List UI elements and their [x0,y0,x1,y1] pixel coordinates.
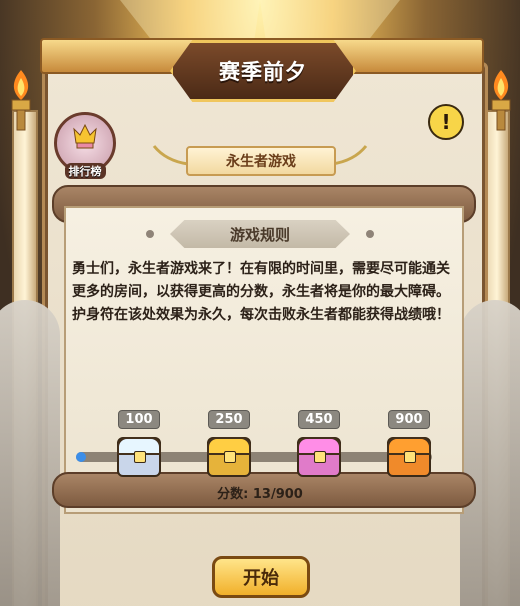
left-laurel-icon [152,145,189,166]
game-screen: 赛季前夕 排行榜 ! 永生者游戏 游戏规则 勇士们，永生者游戏来了！在有限的时间… [0,0,520,606]
reward-tier[interactable]: 100 [104,410,174,477]
rules-text: 勇士们，永生者游戏来了！在有限的时间里，需要尽可能通关更多的房间，以获得更高的分… [72,258,454,327]
silver-chest-icon [117,437,161,477]
score-text: 分数: 13/900 [217,487,303,502]
torch-icon [491,70,511,131]
ranking-label: 排行榜 [64,163,106,179]
tier-threshold: 100 [118,410,160,429]
start-button[interactable]: 开始 [212,556,310,598]
mode-ribbon: 永生者游戏 [186,146,336,176]
reward-tier[interactable]: 450 [284,410,354,477]
tier-threshold: 900 [388,410,430,429]
right-laurel-icon [331,145,368,166]
reward-tier[interactable]: 900 [374,410,444,477]
rules-header-text: 游戏规则 [229,225,290,244]
progress-fill [76,452,86,462]
pink-chest-icon [297,437,341,477]
rules-paragraph: 护身符在该处效果为永久，每次击败永生者都能获得战绩哦！ [72,307,450,323]
reward-tier[interactable]: 250 [194,410,264,477]
trophy-icon [73,123,97,149]
page-title: 赛季前夕 [219,60,307,84]
tier-threshold: 250 [208,410,250,429]
right-statue [460,300,520,606]
header-ornament [366,230,374,238]
title-plaque: 赛季前夕 [170,40,356,102]
exclamation-icon: ! [441,110,451,134]
tier-threshold: 450 [298,410,340,429]
ranking-button[interactable]: 排行榜 [54,112,116,179]
header-ornament [146,230,154,238]
orange-chest-icon [387,437,431,477]
mode-name: 永生者游戏 [226,154,296,170]
gold-chest-icon [207,437,251,477]
alert-button[interactable]: ! [428,104,464,140]
torch-icon [11,70,31,131]
rules-header: 游戏规则 [170,220,350,248]
left-statue [0,300,60,606]
start-button-label: 开始 [243,568,279,589]
rules-paragraph: 勇士们，永生者游戏来了！在有限的时间里，需要尽可能通关更多的房间，以获得更高的分… [72,261,450,300]
